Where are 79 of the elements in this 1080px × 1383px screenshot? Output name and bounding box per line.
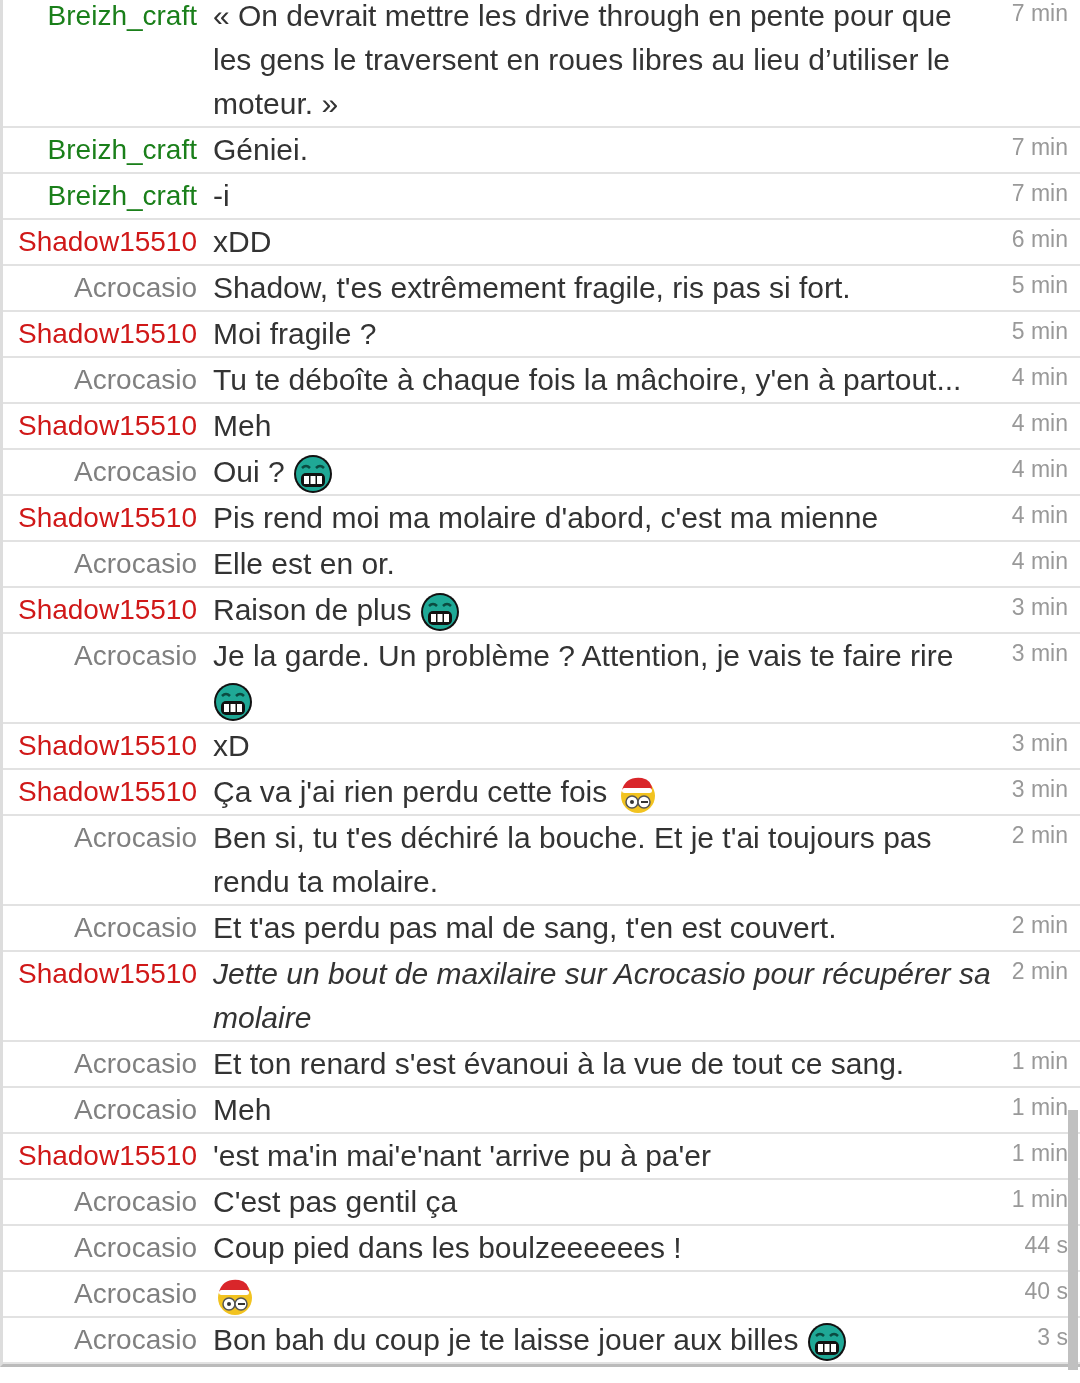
message-text: 'est ma'in mai'e'nant 'arrive pu à pa'er	[213, 1139, 711, 1173]
timestamp: 3 min	[1011, 594, 1068, 621]
message-text: Ça va j'ai rien perdu cette fois	[213, 775, 608, 809]
message-text: Coup pied dans les boulzeeeeees !	[213, 1231, 682, 1265]
timestamp: 1 min	[1011, 1094, 1068, 1121]
timestamp: 4 min	[1011, 502, 1068, 529]
message-text: Géniei.	[213, 133, 309, 166]
message-text: C'est pas gentil ça	[213, 1185, 458, 1219]
message-text: xDD	[213, 225, 272, 258]
username: Acrocasio	[74, 1047, 197, 1082]
message-text: Je la garde. Un problème ? Attention, je vais te faire rire	[213, 639, 954, 673]
message-text: Shadow, t'es extrêmement fragile, ris pas si fort.	[213, 271, 851, 304]
timestamp: 3 min	[1011, 730, 1068, 757]
timestamp: 4 min	[1011, 456, 1068, 482]
username: Acrocasio	[74, 1231, 197, 1266]
username: Shadow15510	[17, 957, 197, 992]
timestamp: 3 min	[1011, 640, 1068, 667]
message-text: Tu te déboîte à chaque fois la mâchoire, y'en à partout...	[213, 363, 962, 396]
username: Shadow15510	[17, 1139, 197, 1174]
timestamp: 7 min	[1011, 134, 1068, 160]
username: Shadow15510	[17, 593, 197, 628]
message-text: Meh	[213, 1093, 272, 1127]
username: Breizh_craft	[47, 179, 197, 213]
message-text: Jette un bout de maxilaire sur Acrocasio pour récupérer sa molaire	[213, 957, 991, 1035]
username: Acrocasio	[74, 1323, 197, 1358]
timestamp: 1 min	[1011, 1186, 1068, 1213]
timestamp: 7 min	[1011, 180, 1068, 206]
username: Breizh_craft	[47, 133, 197, 167]
username: Acrocasio	[74, 911, 197, 946]
username: Acrocasio	[74, 821, 197, 856]
username: Acrocasio	[74, 1093, 197, 1128]
grinning-face-icon	[213, 682, 253, 723]
username: Shadow15510	[17, 775, 197, 810]
message-text: Moi fragile ?	[213, 317, 377, 350]
username: Acrocasio	[74, 1277, 197, 1312]
grinning-face-icon	[293, 454, 334, 495]
timestamp: 3 s	[1037, 1324, 1068, 1351]
message-text: Bon bah du coup je te laisse jouer aux billes	[213, 1323, 799, 1357]
timestamp: 2 min	[1011, 912, 1068, 939]
username: Acrocasio	[74, 455, 197, 489]
timestamp: 4 min	[1011, 548, 1068, 575]
username: Shadow15510	[17, 501, 197, 536]
message-text: Ben si, tu t'es déchiré la bouche. Et je t'ai toujours pas rendu ta molaire.	[213, 821, 932, 899]
message-text: -i	[213, 179, 230, 212]
timestamp: 7 min	[1011, 0, 1068, 26]
grinning-face-icon	[806, 1322, 847, 1363]
username: Acrocasio	[74, 639, 197, 674]
username: Acrocasio	[74, 363, 197, 397]
timestamp: 4 min	[1011, 364, 1068, 390]
timestamp: 4 min	[1011, 410, 1068, 436]
message-text: xD	[213, 729, 250, 763]
timestamp: 6 min	[1011, 226, 1068, 252]
timestamp: 5 min	[1011, 318, 1068, 344]
message-text: Meh	[213, 409, 272, 442]
message-text: Pis rend moi ma molaire d'abord, c'est ma mienne	[213, 501, 879, 535]
username: Acrocasio	[74, 1185, 197, 1220]
timestamp: 1 min	[1011, 1048, 1068, 1075]
message-text: Raison de plus	[213, 593, 412, 627]
timestamp: 2 min	[1011, 958, 1068, 985]
message-text: « On devrait mettre les drive through en pente pour que les gens le traversent en roues libres au lieu d’utiliser le moteur. »	[213, 0, 952, 120]
scrollbar[interactable]	[1068, 1110, 1078, 1370]
timestamp: 2 min	[1011, 822, 1068, 849]
timestamp: 5 min	[1011, 272, 1068, 298]
username: Shadow15510	[17, 317, 197, 351]
username: Acrocasio	[74, 547, 197, 582]
timestamp: 3 min	[1011, 776, 1068, 803]
username: Acrocasio	[74, 271, 197, 305]
username: Breizh_craft	[47, 0, 197, 33]
message-text: Elle est en or.	[213, 547, 395, 581]
username: Shadow15510	[17, 729, 197, 764]
message-text: Et ton renard s'est évanoui à la vue de tout ce sang.	[213, 1047, 905, 1081]
message-text: Et t'as perdu pas mal de sang, t'en est couvert.	[213, 911, 837, 945]
timestamp: 1 min	[1011, 1140, 1068, 1167]
username: Shadow15510	[17, 409, 197, 443]
message-text: Oui ?	[213, 455, 285, 488]
username: Shadow15510	[17, 225, 197, 259]
timestamp: 44 s	[1024, 1232, 1068, 1259]
timestamp: 40 s	[1024, 1278, 1068, 1305]
grinning-face-icon	[419, 592, 460, 633]
